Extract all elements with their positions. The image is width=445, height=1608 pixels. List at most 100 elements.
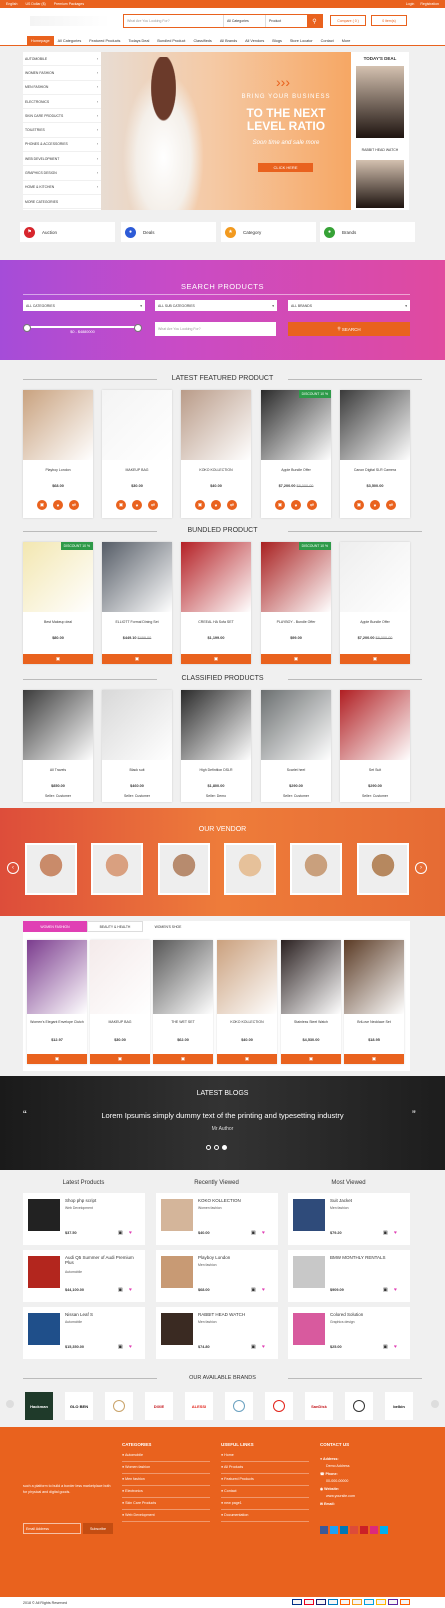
category-item[interactable]: TOILETRIES › <box>23 123 101 138</box>
language-select[interactable]: English <box>6 2 17 6</box>
product-name[interactable]: Women's Elegant Envelope Clutch <box>27 1020 87 1024</box>
brand-logo[interactable]: GLO BEN <box>65 1392 93 1420</box>
slide-dot[interactable] <box>206 1145 211 1150</box>
compare-icon[interactable]: ⇄ <box>307 500 317 510</box>
product-image[interactable] <box>102 690 172 760</box>
add-to-cart-button[interactable]: ▣ <box>181 654 251 664</box>
footer-link[interactable]: ● Documentation <box>221 1513 248 1517</box>
product-image[interactable] <box>293 1199 325 1231</box>
product-card[interactable]: Canon Digital SLR Camera $3,500.00 ▣ ♥ ⇄ <box>340 390 410 518</box>
cart-icon[interactable]: ▣ <box>354 500 364 510</box>
heart-icon[interactable]: ♥ <box>129 1230 132 1236</box>
category-item[interactable]: HOME & KITCHEN › <box>23 181 101 195</box>
add-to-cart-button[interactable]: ▣ <box>102 654 172 664</box>
compare-icon[interactable]: ⇄ <box>386 500 396 510</box>
footer-link[interactable]: ● Electronics <box>122 1489 143 1493</box>
brand-logo[interactable] <box>225 1392 253 1420</box>
nav-item[interactable]: Todays Deal <box>124 36 153 46</box>
product-card[interactable]: DISCOUNT 10 % PLAYBOY - Bundle Offer $99.0… <box>261 542 331 664</box>
category-item[interactable]: WEB DEVELOPMENT › <box>23 152 101 167</box>
add-to-cart-button[interactable]: ▣ <box>340 654 410 664</box>
tab-womens-shoe[interactable]: WOMEN'S SHOE <box>143 921 193 932</box>
mini-product[interactable]: BMW MONTHLY RENTALS $909.09 ▣ ♥ <box>288 1250 410 1302</box>
product-image[interactable] <box>23 390 93 460</box>
product-image[interactable] <box>102 542 172 612</box>
category-item[interactable]: SKIN CARE PRODUCTS › <box>23 109 101 124</box>
product-card[interactable]: MAKEUP BAG $30.00 ▣ ♥ ⇄ <box>102 390 172 518</box>
product-card[interactable]: Apple Bundle Offer $7,200.00 $8,000.00 ▣ <box>340 542 410 664</box>
cart-icon[interactable]: ▣ <box>37 500 47 510</box>
heart-icon[interactable]: ♥ <box>262 1287 265 1293</box>
cart-icon[interactable]: ▣ <box>195 500 205 510</box>
footer-link[interactable]: ● Featured Products <box>221 1477 254 1481</box>
add-to-cart-button[interactable]: ▣ <box>261 654 331 664</box>
product-image[interactable] <box>28 1199 60 1231</box>
category-item[interactable]: PHONES & ACCESSORIES › <box>23 138 101 153</box>
add-to-cart-button[interactable]: ▣ <box>344 1054 404 1064</box>
product-card[interactable]: Scarlet heel $290.00 Seller: Customer <box>261 690 331 802</box>
product-image[interactable] <box>340 542 410 612</box>
heart-icon[interactable]: ♥ <box>262 1230 265 1236</box>
product-image[interactable] <box>161 1256 193 1288</box>
product-name[interactable]: Audi Q5 Summer of Audi Premium Plus <box>65 1255 143 1265</box>
tab-product-card[interactable]: Women's Elegant Envelope Clutch $12.97 ▣ <box>27 940 87 1064</box>
cart-icon[interactable]: ▣ <box>116 500 126 510</box>
product-name[interactable]: Best Makeup deal <box>23 620 93 624</box>
mini-product[interactable]: Shop php script Web Development $37.50 ▣ ♥ <box>23 1193 145 1245</box>
product-name[interactable]: MAKEUP BAG <box>90 1020 150 1024</box>
type-select[interactable]: Product <box>265 15 307 27</box>
chevron-right-icon[interactable]: › <box>415 862 427 874</box>
product-name[interactable]: Apple Bundle Offer <box>340 620 410 624</box>
product-image[interactable] <box>23 690 93 760</box>
category-item[interactable]: GRAPHICS DESIGN › <box>23 166 101 181</box>
tab-beauty-health[interactable]: BEAUTY & HEALTH <box>87 921 143 932</box>
site-logo[interactable] <box>30 16 110 26</box>
deal-image[interactable] <box>356 66 404 138</box>
brands-box[interactable]: ● Brands <box>320 222 415 242</box>
mini-product[interactable]: Audi Q5 Summer of Audi Premium Plus Autom… <box>23 1250 145 1302</box>
hero-cta-button[interactable]: CLICK HERE <box>258 163 313 172</box>
deal-image-2[interactable] <box>356 160 404 208</box>
product-image[interactable] <box>340 390 410 460</box>
product-name[interactable]: Colored Solution <box>330 1312 408 1317</box>
vendor-avatar[interactable] <box>224 843 276 895</box>
product-name[interactable]: All Travels <box>23 768 93 772</box>
product-name[interactable]: BriLove Necklace Set <box>344 1020 404 1024</box>
brands-select[interactable]: ALL BRANDS ▾ <box>288 300 410 311</box>
footer-link[interactable]: ● Automobile <box>122 1453 143 1457</box>
product-card[interactable]: ELLIOTT Formal Dining Set $449.10 $499.00… <box>102 542 172 664</box>
nav-item[interactable]: Blogs <box>268 36 286 46</box>
product-image[interactable] <box>102 390 172 460</box>
brand-logo[interactable]: Hackman <box>25 1392 53 1420</box>
compare-icon[interactable]: ⇄ <box>69 500 79 510</box>
sub-categories-select[interactable]: ALL SUB CATEGORIES ▾ <box>155 300 277 311</box>
blog-quote[interactable]: Lorem Ipsumis simply dummy text of the p… <box>0 1111 445 1120</box>
product-name[interactable]: Shop php script <box>65 1198 143 1203</box>
add-to-cart-button[interactable]: ▣ <box>23 654 93 664</box>
heart-icon[interactable]: ♥ <box>291 500 301 510</box>
add-to-cart-button[interactable]: ▣ <box>27 1054 87 1064</box>
product-image[interactable] <box>153 940 213 1014</box>
search-button[interactable]: ⚲ <box>307 15 322 27</box>
footer-link[interactable]: ● All Products <box>221 1465 243 1469</box>
mini-product[interactable]: KOKO KOLLECTION Women fashion $40.00 ▣ ♥ <box>156 1193 278 1245</box>
nav-item[interactable]: All Categories <box>54 36 86 46</box>
nav-item[interactable]: More <box>338 36 355 46</box>
newsletter-email-input[interactable]: Email Address <box>23 1523 81 1534</box>
product-name[interactable]: KOKO KOLLECTION <box>198 1198 276 1203</box>
footer-link[interactable]: ● Home <box>221 1453 234 1457</box>
chevron-left-icon[interactable] <box>6 1400 14 1408</box>
cart-icon[interactable]: ▣ <box>118 1230 123 1236</box>
product-card[interactable]: All Travels $850.00 Seller: Customer <box>23 690 93 802</box>
brand-logo[interactable] <box>265 1392 293 1420</box>
heart-icon[interactable]: ♥ <box>262 1344 265 1350</box>
heart-icon[interactable]: ♥ <box>394 1344 397 1350</box>
nav-item[interactable]: Bundled Product <box>153 36 189 46</box>
footer-link[interactable]: ● Women fashion <box>122 1465 150 1469</box>
product-image[interactable] <box>28 1313 60 1345</box>
footer-link[interactable]: ● Men fashion <box>122 1477 145 1481</box>
nav-item[interactable]: All Brands <box>216 36 241 46</box>
mini-product[interactable]: Playboy London Men fashion $68.00 ▣ ♥ <box>156 1250 278 1302</box>
footer-link[interactable]: ● Contact <box>221 1489 237 1493</box>
category-item[interactable]: AUTOMOBILE › <box>23 52 101 67</box>
